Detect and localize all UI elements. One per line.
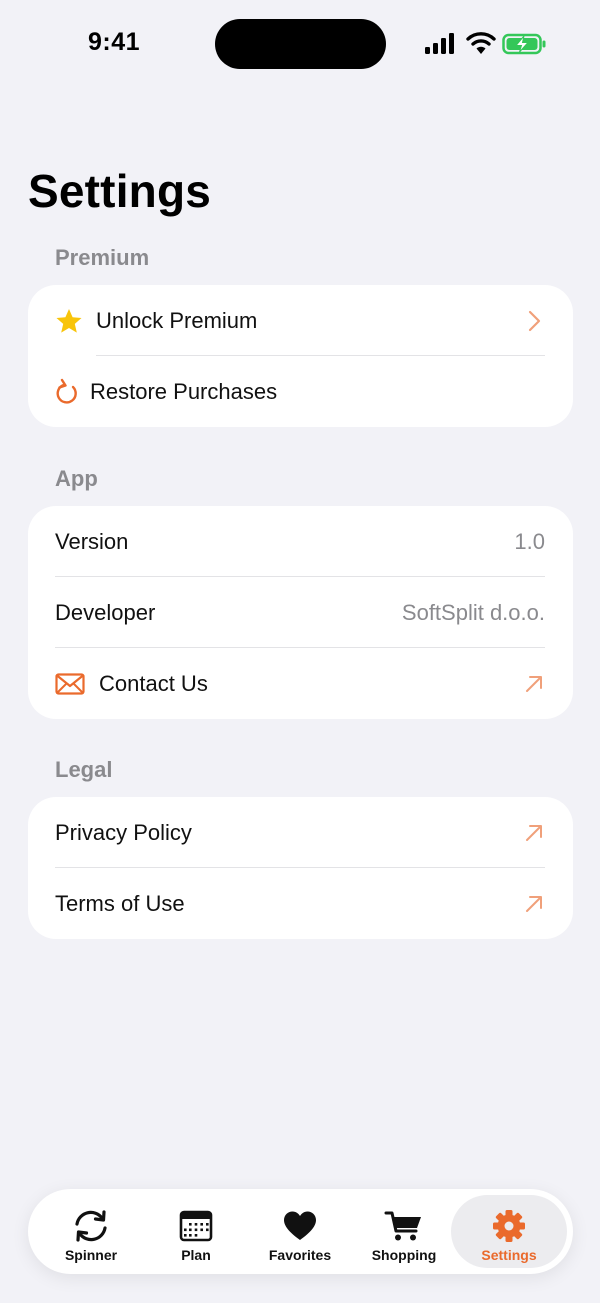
privacy-policy-label: Privacy Policy xyxy=(55,819,192,845)
tab-bar: Spinner Plan Favorites Shopping Settings xyxy=(28,1189,573,1274)
tab-favorites-label: Favorites xyxy=(268,1247,332,1263)
terms-of-use-label: Terms of Use xyxy=(55,890,185,916)
tab-favorites[interactable]: Favorites xyxy=(248,1195,352,1268)
status-icons xyxy=(424,30,548,58)
calendar-icon xyxy=(179,1210,213,1242)
developer-label: Developer xyxy=(55,599,156,625)
unlock-premium-row[interactable]: Unlock Premium xyxy=(28,285,573,356)
restore-purchases-row[interactable]: Restore Purchases xyxy=(28,356,573,427)
status-time: 9:41 xyxy=(88,28,141,56)
dynamic-island xyxy=(215,19,386,69)
cellular-signal-icon xyxy=(425,33,454,54)
developer-value: SoftSplit d.o.o. xyxy=(401,599,545,625)
external-arrow-icon xyxy=(526,824,542,841)
section-header-legal: Legal xyxy=(55,757,113,782)
gear-icon xyxy=(493,1210,525,1242)
heart-icon xyxy=(284,1211,316,1240)
contact-us-row[interactable]: Contact Us xyxy=(28,648,573,719)
app-card: Version 1.0 Developer SoftSplit d.o.o. C… xyxy=(28,506,573,719)
external-arrow-icon xyxy=(526,675,542,692)
chevron-right-icon xyxy=(528,310,541,331)
section-header-premium: Premium xyxy=(55,245,150,270)
status-bar: 9:41 xyxy=(0,0,600,90)
tab-spinner-label: Spinner xyxy=(64,1247,118,1263)
tab-settings[interactable]: Settings xyxy=(451,1195,567,1268)
developer-row: Developer SoftSplit d.o.o. xyxy=(28,577,573,648)
wifi-icon xyxy=(466,32,496,54)
external-arrow-icon xyxy=(526,895,542,912)
star-icon xyxy=(56,308,82,333)
version-value: 1.0 xyxy=(514,528,545,554)
restore-purchases-label: Restore Purchases xyxy=(90,378,278,404)
page-title: Settings xyxy=(28,165,212,217)
tab-plan[interactable]: Plan xyxy=(144,1195,248,1268)
tab-spinner[interactable]: Spinner xyxy=(39,1195,143,1268)
version-label: Version xyxy=(55,528,129,554)
spinner-icon xyxy=(75,1210,107,1242)
privacy-policy-row[interactable]: Privacy Policy xyxy=(28,797,573,868)
terms-of-use-row[interactable]: Terms of Use xyxy=(28,868,573,939)
contact-us-label: Contact Us xyxy=(99,670,208,696)
battery-charging-icon xyxy=(502,33,546,55)
tab-shopping-label: Shopping xyxy=(371,1247,437,1263)
premium-card: Unlock Premium Restore Purchases xyxy=(28,285,573,427)
legal-card: Privacy Policy Terms of Use xyxy=(28,797,573,939)
tab-shopping[interactable]: Shopping xyxy=(352,1195,456,1268)
restore-icon xyxy=(56,378,77,404)
tab-plan-label: Plan xyxy=(181,1247,211,1263)
version-row: Version 1.0 xyxy=(28,506,573,577)
mail-icon xyxy=(55,672,85,695)
cart-icon xyxy=(384,1211,421,1241)
unlock-premium-label: Unlock Premium xyxy=(96,307,258,333)
section-header-app: App xyxy=(55,466,98,491)
tab-settings-label: Settings xyxy=(481,1247,537,1263)
